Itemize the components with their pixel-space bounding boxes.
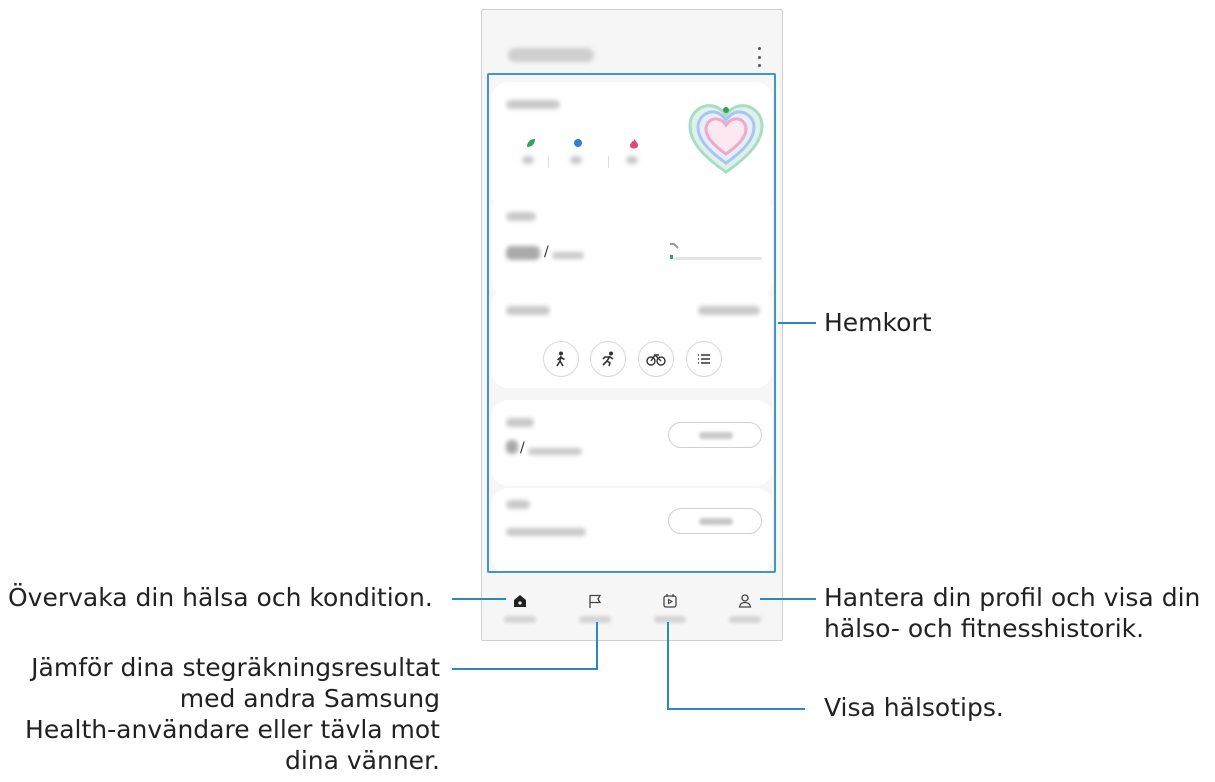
sleep-card[interactable]	[492, 488, 772, 574]
heart-rings-graphic	[688, 104, 764, 174]
flame-icon	[630, 139, 638, 149]
food-card[interactable]: /	[492, 400, 772, 486]
steps-progress-bar	[674, 257, 762, 260]
callout-monitor: Övervaka din hälsa och kondition.	[8, 583, 433, 612]
walk-icon	[556, 351, 565, 367]
exercise-more-link[interactable]	[698, 306, 760, 315]
callout-compare-line-4: dina vänner.	[284, 746, 440, 775]
leader-compare-vertical	[596, 622, 598, 670]
walk-button[interactable]	[543, 341, 579, 377]
callout-home-cards: Hemkort	[824, 308, 932, 337]
leader-compare-horizontal	[452, 668, 598, 670]
leader-profile	[760, 598, 816, 600]
callout-compare-line-1: Jämför dina stegräkningsresultat	[31, 653, 440, 682]
dot-blue-icon	[574, 139, 582, 147]
callout-compare: Jämför dina stegräkningsresultat med and…	[10, 652, 440, 776]
callout-compare-line-2: med andra Samsung	[179, 684, 440, 713]
callout-profile-line-2: hälso- och fitnesshistorik.	[824, 614, 1145, 643]
flag-icon	[588, 594, 601, 608]
food-separator: /	[520, 440, 525, 456]
leader-tips-horizontal	[667, 708, 805, 710]
leader-home-cards	[778, 322, 816, 324]
more-vertical-icon[interactable]	[756, 47, 762, 67]
nav-profile[interactable]	[715, 588, 775, 640]
steps-separator: /	[544, 244, 549, 260]
home-icon	[513, 595, 526, 607]
nav-discover[interactable]	[640, 588, 700, 640]
list-icon	[698, 354, 710, 364]
nav-home[interactable]	[490, 588, 550, 640]
card-title	[506, 100, 560, 109]
app-header	[482, 40, 782, 80]
bike-icon	[646, 354, 666, 366]
person-icon	[738, 594, 751, 608]
callout-profile-line-1: Hantera din profil och visa din	[824, 583, 1201, 612]
steps-card[interactable]: /	[492, 194, 772, 298]
run-button[interactable]	[590, 341, 626, 377]
sleep-record-button[interactable]	[668, 508, 762, 534]
food-record-button[interactable]	[668, 422, 762, 448]
card-title	[506, 212, 536, 221]
bike-button[interactable]	[638, 341, 674, 377]
leader-monitor	[452, 598, 506, 600]
activity-card[interactable]	[492, 82, 772, 212]
card-title	[506, 418, 534, 427]
callout-tips: Visa hälsotips.	[824, 693, 1004, 722]
leader-tips-vertical	[667, 622, 669, 710]
callout-compare-line-3: Health-användare eller tävla mot	[25, 715, 440, 744]
card-title	[506, 500, 530, 509]
calendar-play-icon	[662, 594, 677, 608]
card-title	[506, 306, 550, 315]
bottom-navigation	[482, 588, 782, 640]
leaf-icon	[527, 139, 535, 147]
callout-profile: Hantera din profil och visa din hälso- o…	[824, 582, 1200, 644]
run-icon	[602, 351, 614, 367]
exercise-card[interactable]	[492, 288, 772, 388]
nav-together[interactable]	[565, 588, 625, 640]
app-title	[508, 48, 594, 62]
exercise-list-button[interactable]	[686, 341, 722, 377]
phone-screen: / /	[481, 9, 783, 641]
